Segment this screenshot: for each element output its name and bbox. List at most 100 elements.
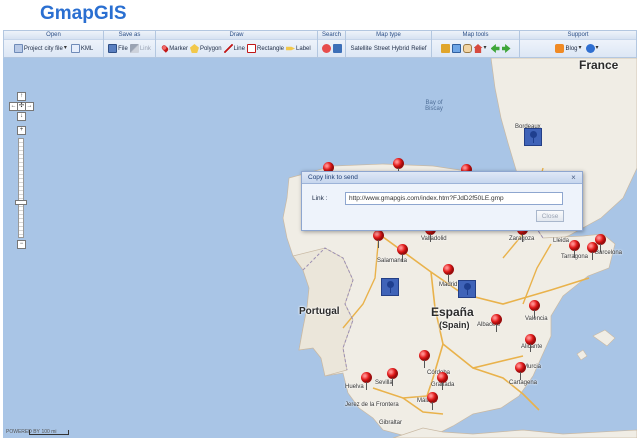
group-title: Map type xyxy=(346,31,431,40)
header: GmapGIS xyxy=(0,0,640,30)
area-marker[interactable] xyxy=(458,280,476,298)
app-window: GmapGIS Open Project city file ▾ KML Save… xyxy=(0,0,640,438)
map-marker[interactable] xyxy=(529,300,540,318)
pan-right-button[interactable]: → xyxy=(25,102,34,111)
blog-button[interactable]: Blog ▾ xyxy=(555,44,583,53)
city-label-jerez: Jerez de la Frontera xyxy=(345,402,399,408)
map-canvas[interactable]: France Portugal España (Spain) Bay of Bi… xyxy=(3,58,637,438)
map-marker[interactable] xyxy=(515,362,526,380)
save-link-button[interactable]: Link xyxy=(129,44,151,53)
save-file-button[interactable]: File xyxy=(108,44,128,53)
marker-icon xyxy=(387,281,394,293)
forward-arrow-icon xyxy=(501,44,511,53)
link-icon xyxy=(129,44,139,53)
link-field[interactable] xyxy=(345,192,563,205)
city-label-lleida: Lleida xyxy=(553,238,570,244)
search-button[interactable] xyxy=(321,44,331,53)
group-title: Support xyxy=(520,31,636,40)
tools-button[interactable] xyxy=(440,44,450,53)
dialog-titlebar[interactable]: Copy link to send × xyxy=(302,172,582,184)
find-button[interactable] xyxy=(332,44,342,53)
open-project-button[interactable]: Project xyxy=(13,44,43,53)
zoom-in-button[interactable]: + xyxy=(17,126,26,135)
binoculars-icon xyxy=(332,44,342,53)
save-icon xyxy=(108,44,118,53)
country-label-spain: España xyxy=(431,305,474,319)
map-marker[interactable] xyxy=(525,334,536,352)
draw-line-button[interactable]: Line xyxy=(223,44,245,53)
map-type-relief[interactable]: Relief xyxy=(411,46,426,52)
group-title: Map tools xyxy=(432,31,519,40)
close-button[interactable]: Close xyxy=(536,210,564,222)
blog-icon xyxy=(555,44,565,53)
map-marker[interactable] xyxy=(427,392,438,410)
dropdown-icon: ▾ xyxy=(595,45,599,51)
map-basemap xyxy=(3,58,637,438)
select-tool-button[interactable] xyxy=(451,44,461,53)
dialog-title: Copy link to send xyxy=(308,174,358,181)
marker-icon xyxy=(464,283,471,295)
wrench-icon xyxy=(440,44,450,53)
zoom-out-button[interactable]: − xyxy=(17,240,26,249)
zoom-slider[interactable] xyxy=(18,138,24,238)
area-marker[interactable] xyxy=(381,278,399,296)
map-marker[interactable] xyxy=(587,242,598,260)
help-button[interactable]: ▾ xyxy=(585,44,601,53)
draw-polygon-button[interactable]: Polygon xyxy=(189,44,222,53)
group-title: Open xyxy=(4,31,103,40)
group-title: Search xyxy=(318,31,345,40)
map-marker[interactable] xyxy=(491,314,502,332)
close-icon[interactable]: × xyxy=(569,173,578,182)
pan-up-button[interactable]: ↑ xyxy=(17,92,26,101)
open-city-file-dropdown[interactable]: city file ▾ xyxy=(45,44,69,53)
map-scale: 100 mi xyxy=(29,430,69,435)
zoom-slider-thumb[interactable] xyxy=(15,200,27,205)
polygon-icon xyxy=(189,44,199,53)
back-button[interactable] xyxy=(490,44,500,53)
group-title: Save as xyxy=(104,31,155,40)
toolbar-group-draw: Draw Marker Polygon Line Rectangle Label xyxy=(156,31,318,57)
back-arrow-icon xyxy=(490,44,500,53)
map-marker[interactable] xyxy=(419,350,430,368)
city-label-cartagena: Cartagena xyxy=(509,380,538,386)
map-type-satellite[interactable]: Satellite xyxy=(350,46,371,52)
dropdown-icon: ▾ xyxy=(578,45,582,51)
country-label-spain-en: (Spain) xyxy=(439,320,470,330)
pan-down-button[interactable]: ↓ xyxy=(17,112,26,121)
sea-label-bay-of-biscay: Bay of Biscay xyxy=(425,100,443,112)
draw-rectangle-button[interactable]: Rectangle xyxy=(246,44,284,53)
city-label-madrid: Madrid xyxy=(439,282,458,288)
draw-label-button[interactable]: Label xyxy=(286,44,311,53)
map-marker[interactable] xyxy=(373,230,384,248)
country-label-portugal: Portugal xyxy=(299,306,340,317)
country-label-france: France xyxy=(579,58,619,72)
dropdown-icon: ▾ xyxy=(483,45,487,51)
map-type-street[interactable]: Street xyxy=(374,46,390,52)
rectangle-icon xyxy=(246,44,256,53)
toolbar: Open Project city file ▾ KML Save as File… xyxy=(3,30,637,58)
map-marker[interactable] xyxy=(361,372,372,390)
pan-tool-button[interactable] xyxy=(462,44,472,53)
draw-marker-button[interactable]: Marker xyxy=(161,44,188,53)
hand-icon xyxy=(462,44,472,53)
line-icon xyxy=(223,44,233,53)
home-button[interactable]: ▾ xyxy=(473,44,489,53)
area-marker[interactable] xyxy=(524,128,542,146)
map-marker[interactable] xyxy=(387,368,398,386)
map-marker[interactable] xyxy=(443,264,454,282)
map-marker[interactable] xyxy=(397,244,408,262)
open-kml-button[interactable]: KML xyxy=(70,44,93,53)
map-attribution: POWERED BY 100 mi xyxy=(3,428,637,438)
forward-button[interactable] xyxy=(501,44,511,53)
map-marker[interactable] xyxy=(437,372,448,390)
project-icon xyxy=(13,44,23,53)
toolbar-group-map-tools: Map tools ▾ xyxy=(432,31,520,57)
toolbar-group-search: Search xyxy=(318,31,346,57)
map-type-hybrid[interactable]: Hybrid xyxy=(392,46,409,52)
home-icon xyxy=(473,44,483,53)
toolbar-group-map-type: Map type Satellite Street Hybrid Relief xyxy=(346,31,432,57)
map-marker[interactable] xyxy=(569,240,580,258)
app-title: GmapGIS xyxy=(40,3,127,24)
city-label-gibraltar: Gibraltar xyxy=(379,420,403,426)
toolbar-group-support: Support Blog ▾ ▾ xyxy=(520,31,636,57)
